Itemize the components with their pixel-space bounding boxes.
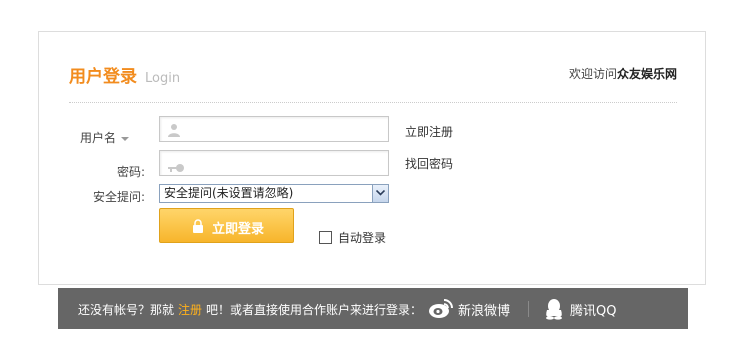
welcome-prefix: 欢迎访问: [568, 67, 617, 81]
password-label: 密码:: [116, 165, 145, 179]
weibo-login-link[interactable]: 新浪微博: [458, 300, 510, 319]
login-card: 用户登录 Login 欢迎访问众友娱乐网 用户名 立即注册 密码: 找回密码 安全…: [38, 31, 706, 285]
register-link[interactable]: 立即注册: [405, 123, 453, 140]
dropdown-button[interactable]: [372, 185, 388, 202]
page-title: 用户登录 Login: [69, 62, 180, 87]
footer-prefix: 还没有帐号？那就: [78, 303, 175, 317]
user-icon: [167, 122, 181, 141]
username-input[interactable]: [159, 116, 389, 142]
auto-login-checkbox[interactable]: [319, 231, 332, 244]
weibo-icon[interactable]: [428, 297, 454, 322]
login-button[interactable]: 立即登录: [159, 208, 294, 243]
auto-login[interactable]: 自动登录: [319, 229, 386, 246]
login-button-label: 立即登录: [212, 222, 265, 237]
password-input[interactable]: [159, 150, 389, 176]
security-label: 安全提问:: [92, 190, 145, 204]
site-name: 众友娱乐网: [616, 67, 677, 81]
security-selected-value: 安全提问(未设置请忽略): [164, 186, 294, 200]
partner-login-text: 还没有帐号？那就 注册 吧！或者直接使用合作账户来进行登录：: [78, 301, 422, 318]
security-question-select[interactable]: 安全提问(未设置请忽略): [159, 184, 389, 203]
chevron-down-icon: [376, 190, 385, 196]
qq-icon[interactable]: [544, 298, 564, 323]
footer-register-link[interactable]: 注册: [178, 303, 202, 317]
separator: [528, 301, 529, 317]
qq-login-link[interactable]: 腾讯QQ: [570, 300, 616, 319]
footer-suffix: 吧！或者直接使用合作账户来进行登录：: [206, 303, 423, 317]
auto-login-label: 自动登录: [338, 231, 387, 245]
title-cn: 用户登录: [69, 67, 137, 87]
username-label[interactable]: 用户名: [59, 129, 129, 146]
chevron-down-icon: [121, 136, 129, 141]
key-icon: [167, 158, 185, 177]
welcome-text: 欢迎访问众友娱乐网: [569, 65, 677, 82]
username-label-text: 用户名: [79, 131, 116, 145]
partner-login-bar: 还没有帐号？那就 注册 吧！或者直接使用合作账户来进行登录： 新浪微博 腾讯QQ: [58, 288, 688, 329]
divider: [69, 102, 677, 103]
lock-icon: [192, 219, 204, 237]
recover-password-link[interactable]: 找回密码: [405, 155, 453, 172]
title-en: Login: [145, 71, 181, 86]
